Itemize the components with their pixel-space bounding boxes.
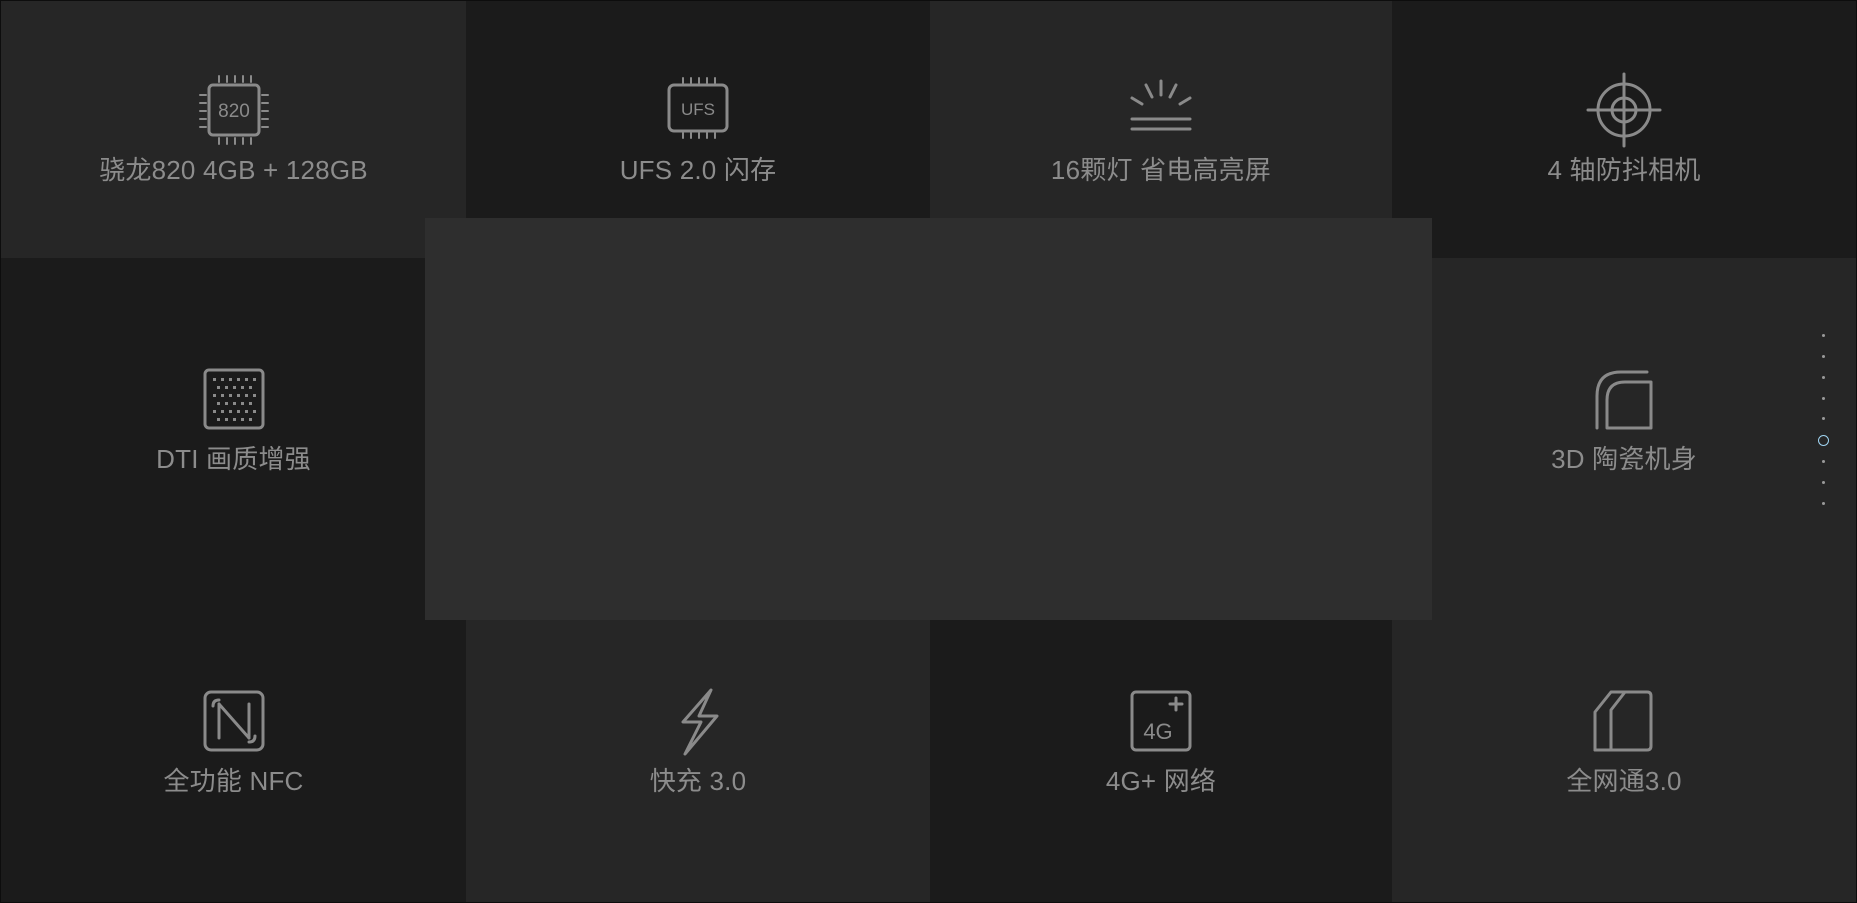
nav-dot[interactable] bbox=[1822, 417, 1825, 420]
nav-dot[interactable] bbox=[1822, 397, 1825, 400]
ceramic-curve-icon bbox=[1587, 362, 1661, 436]
pixel-grid-icon bbox=[197, 362, 271, 436]
center-overlay-panel bbox=[425, 218, 1432, 620]
feature-tile-fast-charge: 快充 3.0 bbox=[466, 580, 930, 902]
feature-label: 全功能 NFC bbox=[163, 766, 304, 796]
feature-tile-nfc: 全功能 NFC bbox=[1, 580, 466, 902]
chip-text: 4G bbox=[1143, 719, 1172, 744]
feature-label: 4 轴防抖相机 bbox=[1547, 154, 1701, 185]
feature-grid-page: 820 骁龙820 4GB + 128GB UFS UFS 2.0 闪存 16颗… bbox=[0, 0, 1857, 903]
feature-tile-camera: 4 轴防抖相机 bbox=[1392, 1, 1856, 258]
feature-label: 全网通3.0 bbox=[1566, 766, 1682, 796]
lightning-icon bbox=[661, 684, 735, 758]
chip-text: 820 bbox=[218, 101, 250, 122]
feature-tile-4g-plus: 4G 4G+ 网络 bbox=[930, 580, 1392, 902]
nav-dot[interactable] bbox=[1822, 481, 1825, 484]
section-dot-navigation bbox=[1814, 331, 1834, 511]
feature-label: 骁龙820 4GB + 128GB bbox=[99, 154, 368, 185]
screen-light-icon bbox=[1124, 73, 1198, 147]
feature-label: UFS 2.0 闪存 bbox=[619, 154, 777, 185]
feature-label: 3D 陶瓷机身 bbox=[1551, 444, 1697, 474]
dual-sim-icon bbox=[1587, 684, 1661, 758]
nav-dot[interactable] bbox=[1822, 502, 1825, 505]
nfc-icon bbox=[197, 684, 271, 758]
nav-dot[interactable] bbox=[1822, 334, 1825, 337]
nav-dot[interactable] bbox=[1822, 376, 1825, 379]
feature-label: 快充 3.0 bbox=[649, 766, 747, 796]
feature-tile-ceramic: 3D 陶瓷机身 bbox=[1392, 258, 1856, 580]
feature-tile-all-network: 全网通3.0 bbox=[1392, 580, 1856, 902]
feature-tile-dti: DTI 画质增强 bbox=[1, 258, 466, 580]
chip-820-icon: 820 bbox=[197, 73, 271, 147]
nav-dot[interactable] bbox=[1822, 460, 1825, 463]
4g-plus-icon: 4G bbox=[1124, 684, 1198, 758]
crosshair-icon bbox=[1586, 72, 1662, 147]
nav-dot[interactable] bbox=[1822, 355, 1825, 358]
feature-label: 16颗灯 省电高亮屏 bbox=[1050, 154, 1272, 185]
feature-label: DTI 画质增强 bbox=[156, 444, 311, 474]
chip-text: UFS bbox=[681, 100, 715, 119]
ufs-chip-icon: UFS bbox=[661, 73, 735, 147]
nav-dot-active[interactable] bbox=[1818, 435, 1829, 446]
feature-label: 4G+ 网络 bbox=[1105, 766, 1217, 796]
feature-tile-snapdragon: 820 骁龙820 4GB + 128GB bbox=[1, 1, 466, 258]
